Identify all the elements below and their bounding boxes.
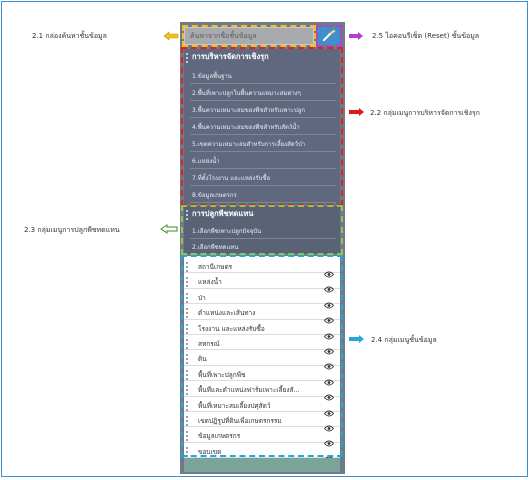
annotation-2-2: 2.2 กลุ่มเมนูการบริหารจัดการเชิงรุก [370,109,480,117]
highlight-planting [181,205,343,255]
arrow-right-blue-icon [349,335,364,343]
highlight-search [182,25,316,47]
highlight-reset [316,25,342,47]
arrow-right-purple-icon [349,32,363,40]
arrow-right-red-icon [349,108,364,116]
annotation-2-1: 2.1 กล่องค้นหาชั้นข้อมูล [32,32,107,40]
highlight-management [181,47,343,206]
annotation-2-4: 2.4 กลุ่มเมนูชั้นข้อมูล [371,336,437,344]
arrow-left-green-icon [160,224,178,234]
annotation-2-3: 2.3 กลุ่มเมนูการปลูกพืชทดแทน [24,226,120,234]
annotation-2-5: 2.5 ไอคอนรีเซ็ต (Reset) ชั้นข้อมูล [372,32,480,40]
panel-footer [184,458,340,472]
highlight-layers [181,255,343,457]
arrow-left-yellow-icon [163,31,179,41]
